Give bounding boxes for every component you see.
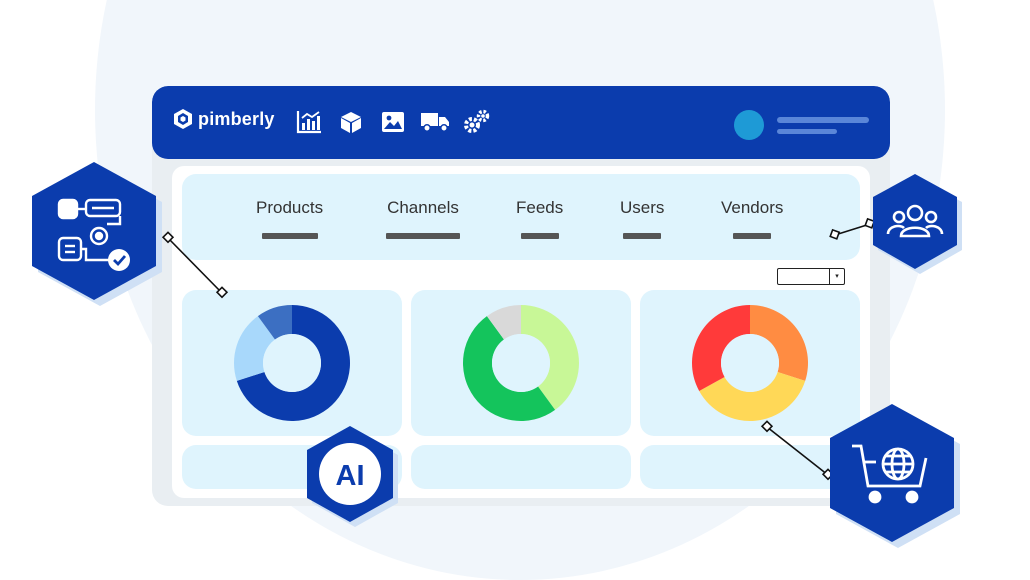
tab-label: Vendors (721, 198, 784, 217)
user-name-placeholder (777, 117, 869, 123)
summary-slot-2 (411, 445, 631, 489)
summary-slot-3 (640, 445, 860, 489)
chevron-down-icon[interactable]: ▾ (829, 269, 844, 284)
delivery-truck-icon[interactable] (420, 108, 450, 136)
image-icon[interactable] (378, 108, 408, 136)
toolbar-icons (294, 108, 492, 136)
tab-products[interactable]: Products (256, 198, 323, 239)
dashboard-content: Products Channels Feeds Users Vendors ▾ (172, 166, 870, 498)
analytics-chart-icon[interactable] (294, 108, 324, 136)
ai-badge: AI (307, 426, 398, 527)
donut-chart-2 (463, 305, 579, 421)
workflow-badge (32, 162, 162, 306)
chart-card-1[interactable] (182, 290, 402, 436)
app-window: pimberly Products Channels Feeds Users V… (152, 86, 890, 506)
donut-hole (263, 334, 321, 392)
donut-chart-1 (234, 305, 350, 421)
tab-value-placeholder (733, 233, 772, 239)
settings-gears-icon[interactable] (462, 108, 492, 136)
donut-hole (721, 334, 779, 392)
tabs-panel: Products Channels Feeds Users Vendors (182, 174, 860, 260)
tab-value-placeholder (386, 233, 460, 239)
tab-label: Users (620, 198, 665, 217)
donut-chart-3 (692, 305, 808, 421)
filter-dropdown[interactable]: ▾ (777, 268, 845, 285)
donut-hole (492, 334, 550, 392)
pimberly-logo[interactable]: pimberly (172, 108, 275, 130)
chart-card-2[interactable] (411, 290, 631, 436)
pimberly-logo-icon (174, 109, 192, 129)
tab-label: Feeds (516, 198, 564, 217)
chart-card-3[interactable] (640, 290, 860, 436)
top-navigation-bar: pimberly (152, 86, 890, 159)
tab-value-placeholder (261, 233, 318, 239)
tab-feeds[interactable]: Feeds (516, 198, 563, 239)
tab-channels[interactable]: Channels (386, 198, 460, 239)
user-avatar[interactable] (734, 110, 764, 140)
user-role-placeholder (777, 129, 837, 134)
brand-name: pimberly (198, 108, 275, 129)
product-box-icon[interactable] (336, 108, 366, 136)
tab-label: Channels (387, 198, 459, 217)
users-badge (873, 174, 962, 274)
tab-value-placeholder (623, 233, 662, 239)
tab-vendors[interactable]: Vendors (721, 198, 783, 239)
ai-label: AI (336, 460, 365, 492)
tab-users[interactable]: Users (620, 198, 664, 239)
commerce-badge (830, 404, 960, 548)
tab-value-placeholder (520, 233, 559, 239)
tab-label: Products (256, 198, 324, 217)
